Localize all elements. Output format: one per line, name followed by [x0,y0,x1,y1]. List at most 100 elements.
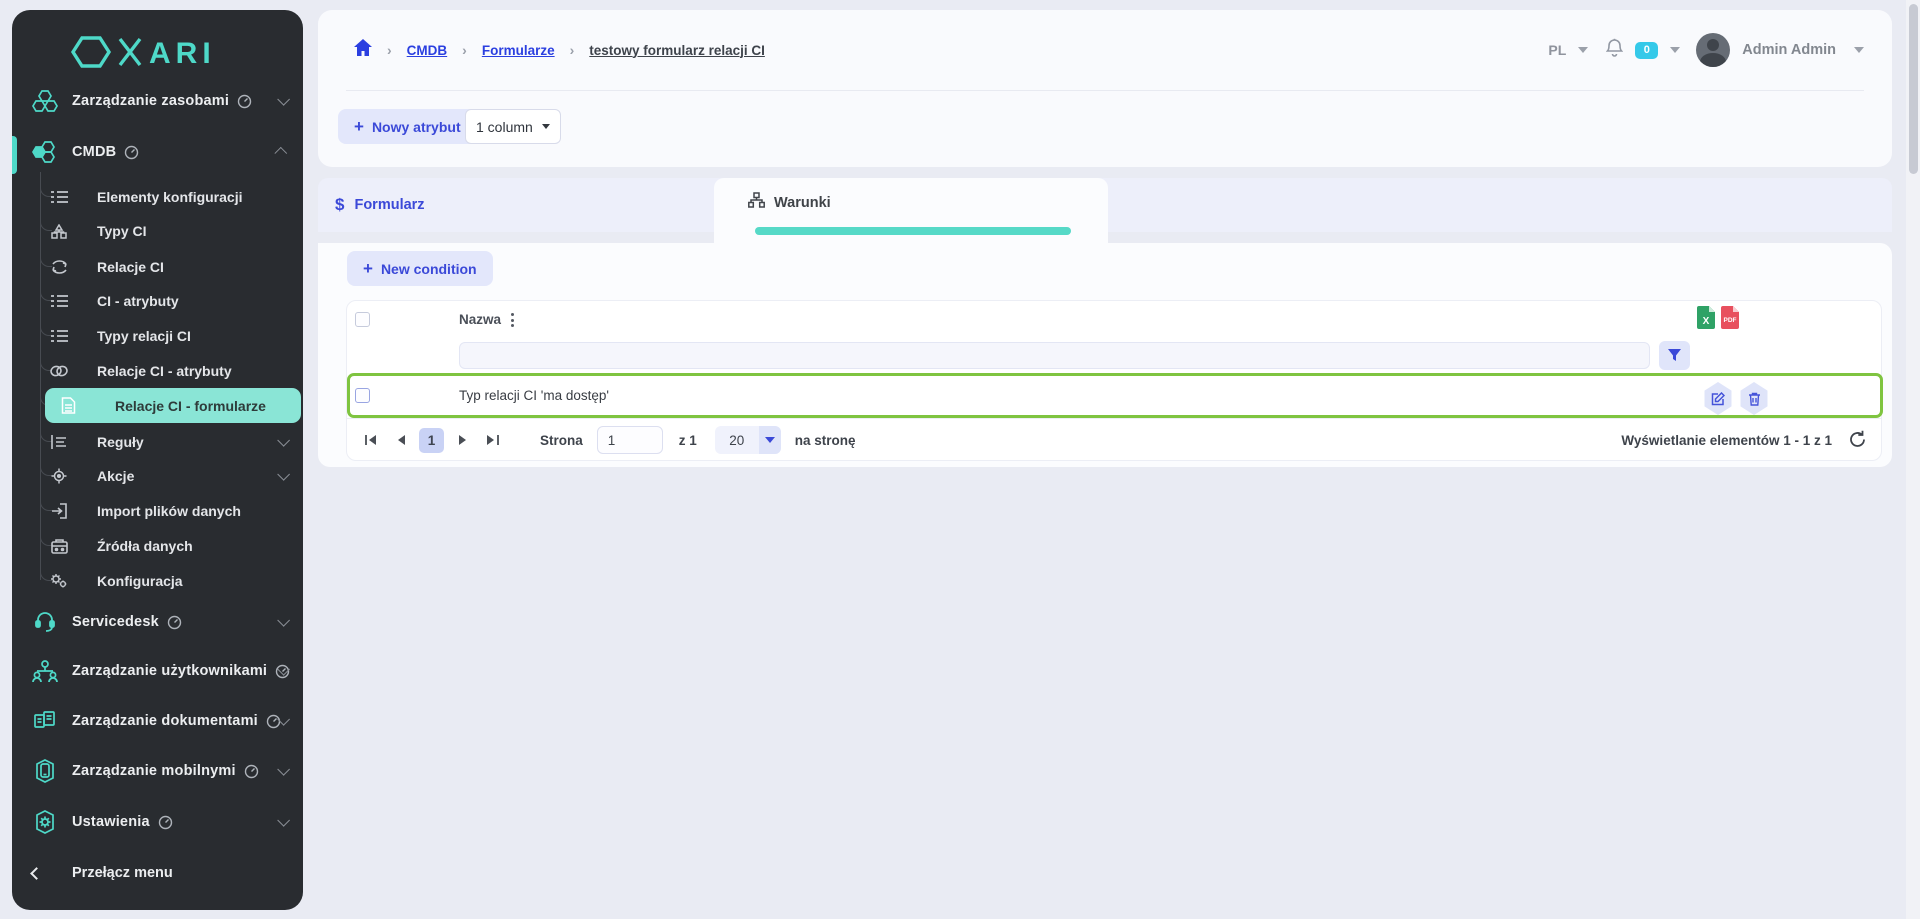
refresh-icon[interactable] [1848,430,1867,452]
tab-warunki-active[interactable]: Warunki [714,178,1108,243]
sidebar-item-ci-atrybuty[interactable]: CI - atrybuty [12,284,303,318]
grid-pager: 1 Strona z 1 20 na stronę Wyświetlanie e… [347,418,1881,461]
sidebar-item-import-plikow-danych[interactable]: Import plików danych [12,494,303,528]
gauge-icon [158,815,173,830]
excel-export-icon[interactable]: X [1697,306,1715,334]
chevron-down-icon [277,614,290,627]
vertical-scrollbar[interactable] [1906,0,1920,919]
sidebar-item-typy-relacji-ci[interactable]: Typy relacji CI [12,319,303,353]
row-checkbox[interactable] [355,388,370,403]
chevron-down-icon[interactable] [1854,47,1864,53]
conditions-grid: Nazwa X PDF Typ relacji CI 'ma dostęp' [346,300,1882,461]
collapse-menu-button[interactable]: Przełącz menu [12,856,303,890]
content-card: + New condition Nazwa X PDF Typ relacji … [318,243,1892,467]
next-page-button[interactable] [450,428,474,452]
sidebar-item-elementy-konfiguracji[interactable]: Elementy konfiguracji [12,180,303,214]
header-card: › CMDB › Formularze › testowy formularz … [318,10,1892,167]
page-label: Strona [540,433,583,448]
new-attribute-label: Nowy atrybut [372,119,461,135]
headset-icon [30,610,60,634]
svg-text:PDF: PDF [1724,317,1737,324]
filter-button[interactable] [1659,341,1690,370]
sidebar-item-label: Konfiguracja [97,573,183,589]
sidebar-item-relacje-ci-atrybuty[interactable]: Relacje CI - atrybuty [12,354,303,388]
current-page-button[interactable]: 1 [419,428,444,453]
pager-info: Wyświetlanie elementów 1 - 1 z 1 [1621,433,1832,448]
columns-select-value: 1 column [476,119,542,135]
tab-formularz[interactable]: $ Formularz [318,178,714,232]
sidebar-item-label: CI - atrybuty [97,293,179,309]
sync-arrows-icon [49,260,69,274]
chevron-left-icon [30,867,43,880]
sidebar-item-label: Zarządzanie użytkownikami [72,663,267,679]
language-selector[interactable]: PL [1548,42,1566,58]
sidebar-item-label: Typy relacji CI [97,328,191,344]
page-size-select[interactable]: 20 [715,426,781,454]
new-attribute-button[interactable]: + Nowy atrybut [338,109,477,144]
sidebar-item-zarzadzanie-mobilnymi[interactable]: Zarządzanie mobilnymi [12,754,303,788]
sidebar-item-label: CMDB [72,144,116,160]
gears-icon [49,573,69,589]
sidebar-item-relacje-ci-formularze-selected[interactable]: Relacje CI - formularze [45,388,301,423]
chevron-down-icon [765,437,775,443]
tab-label: Formularz [354,197,424,213]
settings-gear-icon [30,810,60,834]
sidebar-item-label: Zarządzanie dokumentami [72,713,258,729]
notification-count-badge[interactable]: 0 [1635,42,1658,59]
sidebar-item-cmdb[interactable]: CMDB [12,135,303,169]
sidebar-item-akcje[interactable]: Akcje [12,459,303,493]
bell-icon[interactable] [1606,38,1623,62]
sidebar-item-ustawienia[interactable]: Ustawienia [12,805,303,839]
gauge-icon [167,615,182,630]
pdf-export-icon[interactable]: PDF [1721,306,1739,334]
new-condition-button[interactable]: + New condition [347,251,493,286]
chevron-down-icon [277,763,290,776]
columns-select[interactable]: 1 column [465,109,561,144]
sidebar-item-zarzadzanie-zasobami[interactable]: Zarządzanie zasobami [12,84,303,118]
sidebar-item-relacje-ci[interactable]: Relacje CI [12,250,303,284]
sidebar-item-label: Zarządzanie zasobami [72,93,229,109]
nazwa-filter-input[interactable] [459,342,1650,369]
sidebar-item-label: Reguły [97,434,144,450]
select-all-checkbox[interactable] [355,312,370,327]
svg-text:X: X [1703,316,1710,327]
last-page-button[interactable] [480,428,504,452]
plus-icon: + [363,260,373,277]
chevron-down-icon[interactable] [1578,47,1588,53]
sidebar-item-zrodla-danych[interactable]: Źródła danych [12,529,303,563]
sitemap-icon [748,192,765,213]
sidebar-item-reguly[interactable]: Reguły [12,425,303,459]
sidebar-item-label: Servicedesk [72,614,159,630]
list-icon [49,329,69,343]
breadcrumb-separator-icon: › [387,42,392,58]
gauge-icon [244,764,259,779]
mobile-icon [30,759,60,783]
row-name: Typ relacji CI 'ma dostęp' [459,376,609,415]
chevron-down-icon[interactable] [1670,47,1680,53]
dollar-icon: $ [335,195,344,215]
sidebar-item-zarzadzanie-uzytkownikami[interactable]: Zarządzanie użytkownikami [12,654,303,688]
home-icon[interactable] [354,39,372,61]
table-row-highlighted[interactable]: Typ relacji CI 'ma dostęp' [347,373,1883,418]
hierarchy-shapes-icon [49,224,69,239]
page-number-input[interactable] [597,426,663,454]
breadcrumb-link-formularze[interactable]: Formularze [482,43,555,58]
sidebar-item-servicedesk[interactable]: Servicedesk [12,605,303,639]
page-of-label: z 1 [679,433,697,448]
avatar[interactable] [1696,33,1730,67]
first-page-button[interactable] [359,428,383,452]
user-name[interactable]: Admin Admin [1742,42,1836,58]
scrollbar-thumb[interactable] [1909,4,1918,174]
sidebar-item-typy-ci[interactable]: Typy CI [12,214,303,248]
oxari-logo: ARI [12,32,303,77]
sidebar-item-konfiguracja[interactable]: Konfiguracja [12,564,303,598]
sidebar-item-label: Relacje CI - formularze [115,398,266,414]
breadcrumb-link-cmdb[interactable]: CMDB [407,43,448,58]
previous-page-button[interactable] [389,428,413,452]
column-menu-icon[interactable] [505,310,519,330]
sidebar-item-zarzadzanie-dokumentami[interactable]: Zarządzanie dokumentami [12,704,303,738]
sidebar: ARI Zarządzanie zasobami CMDB [12,10,303,910]
gauge-icon [124,145,139,160]
chevron-down-icon [277,468,290,481]
cmdb-hexagons-icon [30,140,60,164]
